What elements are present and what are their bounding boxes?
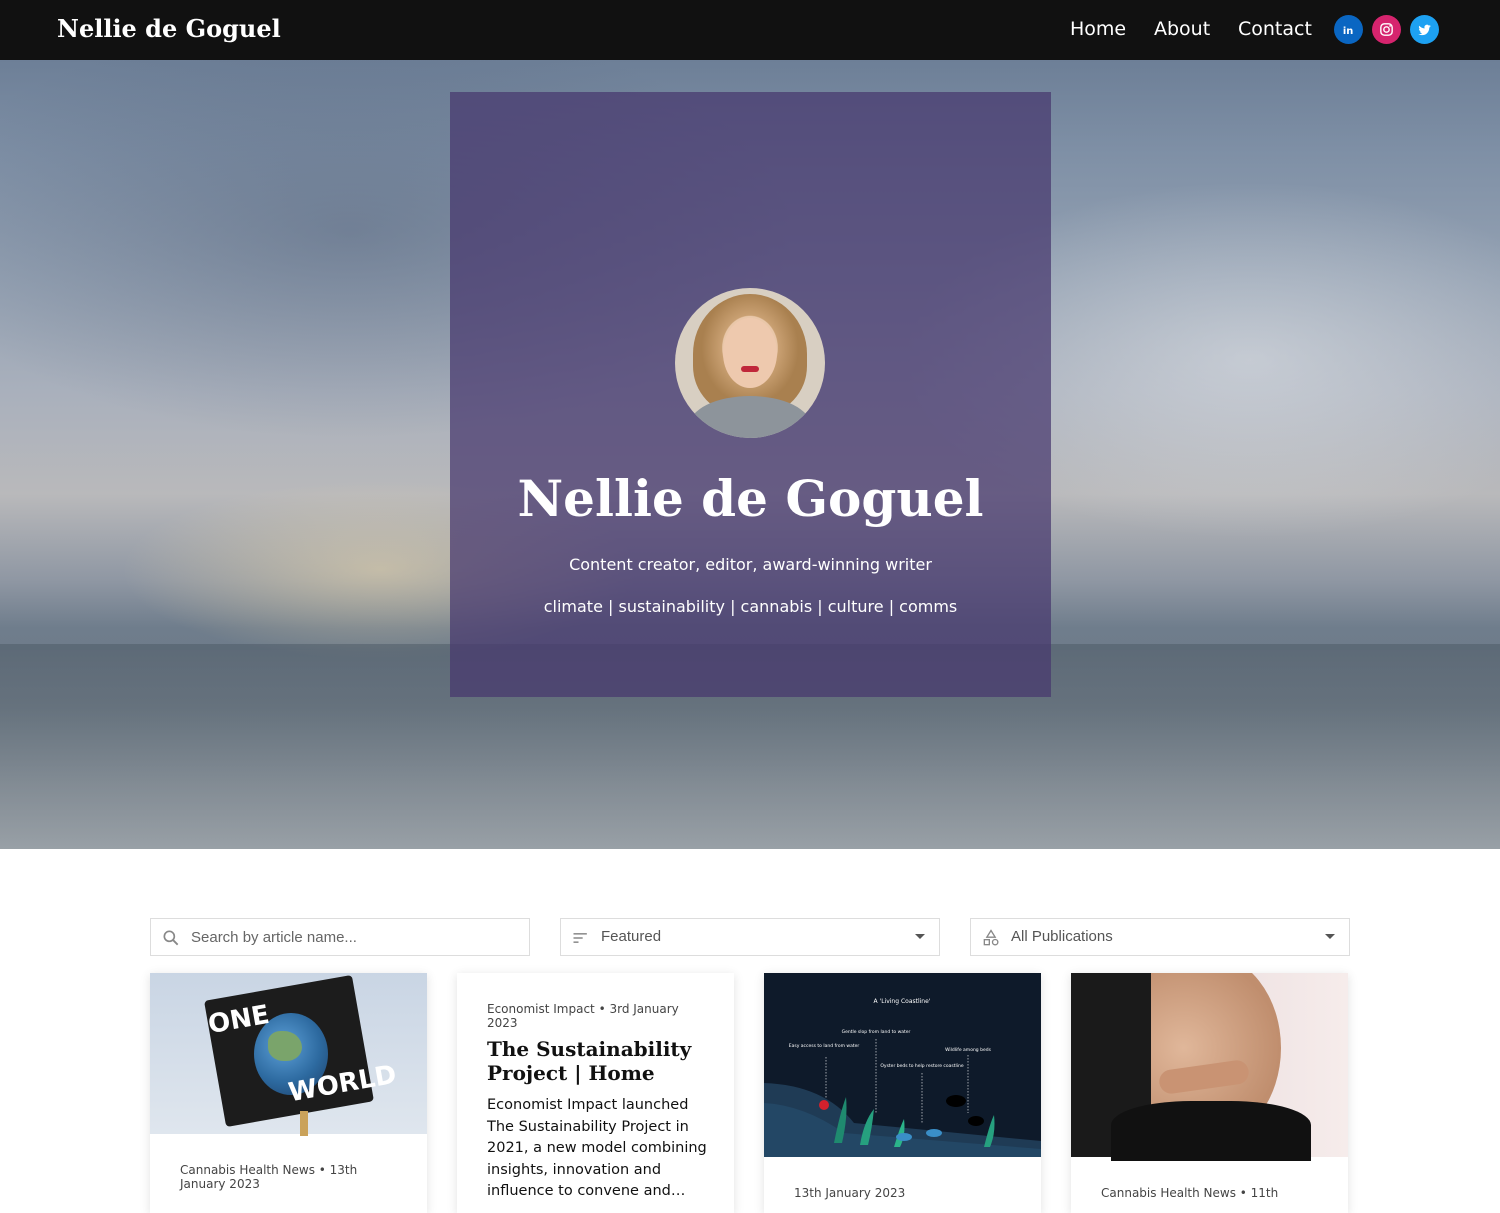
infographic-label: Oyster beds to help restore coastline [880,1063,964,1069]
instagram-button[interactable] [1372,15,1401,44]
hero-topics: climate | sustainability | cannabis | cu… [543,597,958,616]
chevron-down-icon [1325,934,1335,939]
publication-value: All Publications [1011,928,1113,945]
skirt-shape [1111,1101,1311,1161]
article-meta: Cannabis Health News • 13th January 2023 [180,1163,358,1191]
hero-tagline: Content creator, editor, award-winning w… [569,555,932,574]
linkedin-button[interactable]: in [1334,15,1363,44]
infographic-label: Gentle slop from land to water [842,1029,911,1035]
instagram-icon [1380,23,1393,36]
infographic-title: A 'Living Coastline' [874,998,931,1005]
sort-value: Featured [601,928,662,945]
pregnant-belly-photo-image [1071,973,1348,1161]
chevron-down-icon [915,934,925,939]
avatar-face [723,318,777,388]
search-icon [163,930,179,946]
shapes-icon [983,929,999,946]
nav-about[interactable]: About [1154,16,1210,42]
avatar [675,288,825,438]
avatar-shirt [689,396,811,438]
search-box [150,918,530,956]
twitter-button[interactable] [1410,15,1439,44]
article-card[interactable]: Economist Impact • 3rd January 2023 The … [457,973,734,1213]
one-world-protest-sign-image: ONE WORLD [150,973,427,1136]
search-input[interactable] [191,919,511,955]
article-meta: Cannabis Health News • 11th [1101,1186,1279,1200]
article-card[interactable]: Cannabis Health News • 11th [1071,973,1348,1213]
article-title[interactable]: The Sustainability Project | Home [487,1037,717,1085]
nav-contact[interactable]: Contact [1238,16,1312,42]
site-brand[interactable]: Nellie de Goguel [57,12,281,46]
avatar-lips [741,366,759,372]
hero-title: Nellie de Goguel [517,469,984,528]
article-description: Economist Impact launched The Sustainabi… [487,1097,707,1199]
top-navbar: Nellie de Goguel Home About Contact in [0,0,1500,60]
twitter-icon [1418,24,1431,36]
nav-home[interactable]: Home [1070,16,1126,42]
living-coastline-infographic-image: A 'Living Coastline' Easy access to land… [764,973,1041,1157]
sort-icon [573,933,587,943]
svg-text:in: in [1343,26,1353,37]
coastline-illustration: A 'Living Coastline' Easy access to land… [764,998,1041,1157]
article-card[interactable]: ONE WORLD Cannabis Health News • 13th Ja… [150,973,427,1213]
sign-stick [300,1111,308,1136]
article-card[interactable]: A 'Living Coastline' Easy access to land… [764,973,1041,1213]
linkedin-icon: in [1343,26,1353,37]
article-meta: 13th January 2023 [794,1186,906,1200]
globe-land [268,1031,302,1061]
infographic-label: Easy access to land from water [789,1043,860,1049]
publication-dropdown[interactable]: All Publications [970,918,1350,956]
infographic-label: Wildlife among beds [945,1047,992,1053]
article-meta: Economist Impact • 3rd January 2023 [487,1002,679,1030]
sort-dropdown[interactable]: Featured [560,918,940,956]
